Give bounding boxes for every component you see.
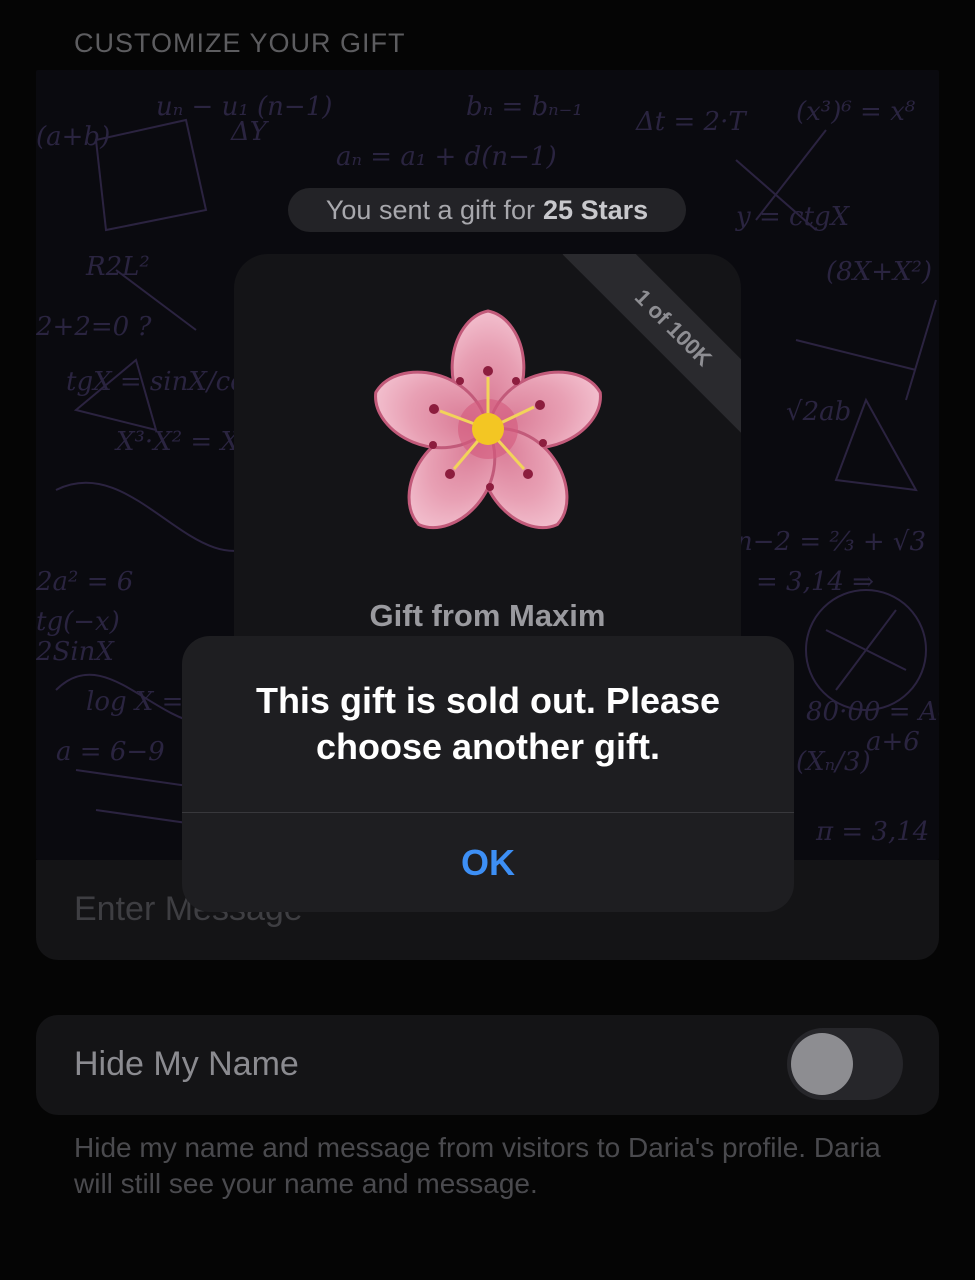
svg-text:aₙ = a₁ + d(n−1): aₙ = a₁ + d(n−1) <box>336 142 557 172</box>
alert-message: This gift is sold out. Please choose ano… <box>255 680 721 767</box>
hide-my-name-label: Hide My Name <box>74 1045 299 1083</box>
svg-text:a+6: a+6 <box>866 727 920 757</box>
gift-from-label: Gift from Maxim <box>369 598 606 633</box>
svg-text:2+2=0 ?: 2+2=0 ? <box>36 312 152 342</box>
toggle-knob <box>791 1033 853 1095</box>
svg-text:2SinX: 2SinX <box>36 637 115 667</box>
svg-text:y = ctgX: y = ctgX <box>735 202 851 232</box>
svg-text:2a² = 6: 2a² = 6 <box>36 567 133 597</box>
svg-text:(x³)⁶ = x⁸: (x³)⁶ = x⁸ <box>796 97 916 127</box>
svg-text:X³·X² = X: X³·X² = X <box>114 427 240 457</box>
hide-name-footnote: Hide my name and message from visitors t… <box>74 1132 881 1199</box>
svg-text:π = 3,14: π = 3,14 <box>815 817 929 847</box>
svg-text:(8X+X²): (8X+X²) <box>826 257 932 287</box>
svg-text:80·00 = A0·0: 80·00 = A0·0 <box>806 697 939 727</box>
svg-text:a = 6−9: a = 6−9 <box>56 737 165 767</box>
cherry-blossom-icon <box>374 309 602 530</box>
sent-gift-prefix: You sent a gift for <box>325 194 536 225</box>
svg-text:(a+b): (a+b) <box>36 122 110 152</box>
svg-text:(Xₙ/3): (Xₙ/3) <box>796 747 871 777</box>
sent-gift-amount: 25 Stars <box>543 194 649 225</box>
svg-text:n−2 = ⅔ + √3: n−2 = ⅔ + √3 <box>736 527 926 557</box>
hide-my-name-row[interactable]: Hide My Name <box>36 1015 939 1115</box>
svg-text:= 3,14 ⇒: = 3,14 ⇒ <box>756 567 874 597</box>
svg-text:Δt = 2·T: Δt = 2·T <box>635 107 747 137</box>
sent-gift-pill: You sent a gift for 25 Stars <box>288 188 686 232</box>
hide-my-name-toggle[interactable] <box>787 1028 903 1100</box>
svg-text:√2ab: √2ab <box>786 397 851 427</box>
gift-customize-screen: CUSTOMIZE YOUR GIFT uₙ − u₁ (n−1) bₙ = b… <box>0 0 975 1280</box>
sold-out-alert: This gift is sold out. Please choose ano… <box>182 636 794 912</box>
gift-card: 1 of 100K Gift from Maxim <box>234 254 741 674</box>
section-header: CUSTOMIZE YOUR GIFT <box>74 28 406 58</box>
svg-text:tg(−x): tg(−x) <box>36 607 120 637</box>
ok-button[interactable]: OK <box>182 813 794 912</box>
svg-text:ΔY: ΔY <box>230 117 270 147</box>
svg-text:R2L²: R2L² <box>85 252 150 282</box>
svg-text:bₙ = bₙ₋₁: bₙ = bₙ₋₁ <box>466 92 583 122</box>
